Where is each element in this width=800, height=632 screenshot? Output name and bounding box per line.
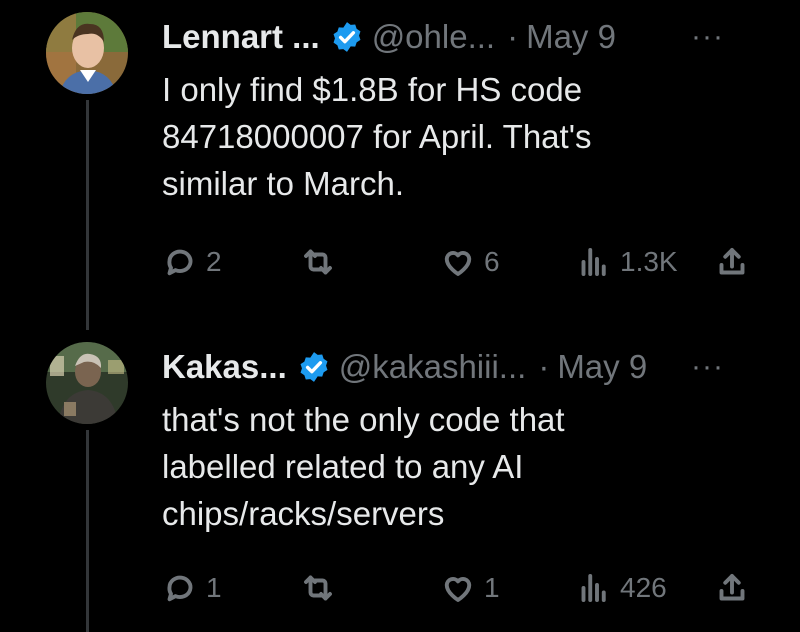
avatar[interactable]: [46, 342, 128, 424]
avatar-photo-icon: [46, 342, 128, 424]
share-icon: [719, 574, 745, 601]
tweet-header: Kakas... @kakashiii... · May 9 ···: [162, 346, 762, 388]
share-button[interactable]: [714, 568, 750, 608]
reply-count: 2: [206, 246, 222, 277]
retweet-icon: [304, 575, 332, 601]
like-button[interactable]: 1: [440, 568, 500, 608]
tweet-date[interactable]: May 9: [557, 348, 647, 386]
views-button[interactable]: 1.3K: [576, 242, 678, 282]
like-count: 6: [484, 246, 500, 277]
tweet-text: I only find $1.8B for HS code 8471800000…: [162, 66, 762, 207]
tweet[interactable]: Kakas... @kakashiii... · May 9 ··· that'…: [0, 330, 800, 632]
tweet-header: Lennart ... @ohle... · May 9 ···: [162, 16, 762, 58]
avatar[interactable]: [46, 12, 128, 94]
views-chart-icon: [581, 574, 606, 602]
views-button[interactable]: 426: [576, 568, 667, 608]
tweet-actions: 2 6 1.3K: [162, 242, 762, 282]
tweet-text-line: I only find $1.8B for HS code: [162, 71, 583, 108]
reply-icon: [167, 249, 193, 276]
verified-badge-icon: [300, 352, 328, 382]
user-handle[interactable]: @kakashiii...: [339, 348, 527, 386]
share-icon: [719, 248, 745, 275]
tweet-actions: 1 1 426: [162, 568, 762, 608]
view-count: 1.3K: [620, 246, 678, 277]
reply-icon: [167, 575, 193, 602]
views-chart-icon: [581, 248, 606, 276]
share-button[interactable]: [714, 242, 750, 282]
heart-icon: [444, 251, 472, 276]
display-name[interactable]: Kakas...: [162, 348, 287, 386]
view-count: 426: [620, 572, 667, 603]
reply-button[interactable]: 1: [162, 568, 222, 608]
verified-badge-icon: [333, 22, 361, 52]
separator-dot: ·: [538, 348, 550, 385]
avatar-photo-icon: [46, 12, 128, 94]
like-count: 1: [484, 572, 500, 603]
retweet-button[interactable]: [300, 568, 344, 608]
separator-dot: ·: [507, 18, 519, 55]
user-handle[interactable]: @ohle...: [372, 18, 495, 56]
more-options-icon[interactable]: ···: [691, 20, 724, 54]
display-name[interactable]: Lennart ...: [162, 18, 320, 56]
reply-button[interactable]: 2: [162, 242, 222, 282]
thread-line: [86, 430, 89, 632]
thread-line: [86, 100, 89, 330]
like-button[interactable]: 6: [440, 242, 500, 282]
tweet-text-line: chips/racks/servers: [162, 495, 445, 532]
tweet-text-line: that's not the only code that: [162, 401, 565, 438]
tweet-text: that's not the only code that labelled r…: [162, 396, 762, 537]
more-options-icon[interactable]: ···: [691, 350, 724, 384]
retweet-icon: [304, 249, 332, 275]
tweet-date[interactable]: May 9: [526, 18, 616, 56]
tweet-text-line: similar to March.: [162, 165, 405, 202]
reply-count: 1: [206, 572, 222, 603]
tweet-text-line: labelled related to any AI: [162, 448, 524, 485]
retweet-button[interactable]: [300, 242, 344, 282]
tweet[interactable]: Lennart ... @ohle... · May 9 ··· I only …: [0, 0, 800, 330]
heart-icon: [444, 577, 472, 602]
tweet-text-line: 84718000007 for April. That's: [162, 118, 592, 155]
